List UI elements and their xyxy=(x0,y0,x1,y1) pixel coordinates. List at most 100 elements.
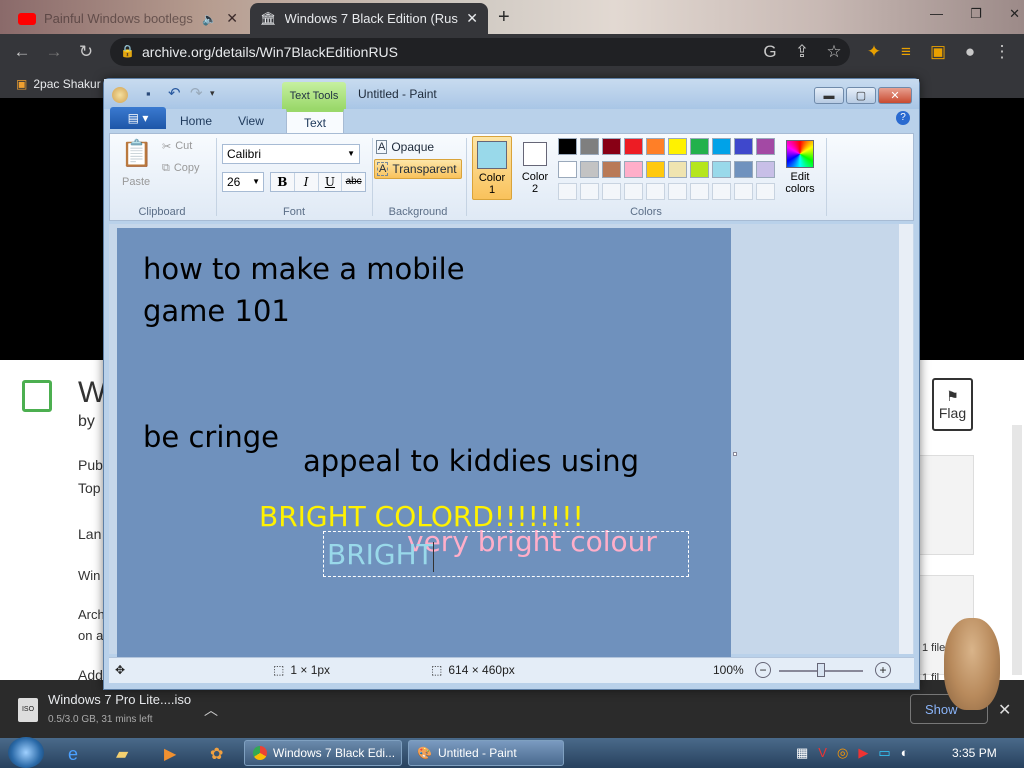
minimize-button[interactable]: ▬ xyxy=(814,87,844,104)
color-swatch[interactable] xyxy=(668,183,687,201)
color-swatch[interactable] xyxy=(602,138,621,155)
tray-icon[interactable]: V xyxy=(818,745,827,761)
color-swatch[interactable] xyxy=(712,160,731,178)
tray-icon[interactable]: ◎ xyxy=(837,745,848,761)
tray-icon[interactable]: ▦ xyxy=(796,745,808,761)
tab-home[interactable]: Home xyxy=(172,109,220,133)
clock[interactable]: 3:35 PM xyxy=(952,746,997,760)
google-icon[interactable]: G xyxy=(758,40,782,64)
help-icon[interactable]: ? xyxy=(896,111,910,125)
color-swatch[interactable] xyxy=(580,160,599,178)
profile-icon[interactable]: ● xyxy=(958,40,982,64)
color-swatch[interactable] xyxy=(558,138,577,155)
color-swatch[interactable] xyxy=(580,138,599,155)
star-icon[interactable]: ☆ xyxy=(822,40,846,64)
strikethrough-button[interactable]: abc xyxy=(342,173,365,191)
minimize-icon[interactable]: — xyxy=(930,6,943,22)
resize-handle[interactable] xyxy=(733,452,737,456)
color-swatch[interactable] xyxy=(668,138,687,155)
canvas-text-editing[interactable]: BRIGHT xyxy=(327,538,434,571)
flag-button[interactable]: ⚑ Flag xyxy=(932,378,973,431)
page-scrollbar[interactable] xyxy=(1012,425,1022,675)
chevron-up-icon[interactable]: ︿ xyxy=(204,700,218,720)
paint-menu-button[interactable]: ▤ ▾ xyxy=(110,107,166,129)
maximize-button[interactable]: ▢ xyxy=(846,87,876,104)
quick-save-icon[interactable]: ▪ xyxy=(146,86,151,101)
new-tab-button[interactable]: + xyxy=(498,6,510,29)
cut-button[interactable]: ✂ Cut xyxy=(162,140,192,153)
close-button[interactable]: ✕ xyxy=(878,87,912,104)
color-swatch[interactable] xyxy=(712,138,731,155)
copy-button[interactable]: ⧉ Copy xyxy=(162,162,200,175)
taskbar-chrome[interactable]: Windows 7 Black Edi... xyxy=(244,740,402,766)
menu-icon[interactable]: ⋮ xyxy=(990,40,1014,64)
sidepanel-icon[interactable]: ▣ xyxy=(926,40,950,64)
color2-button[interactable]: Color 2 xyxy=(515,136,555,200)
ie-icon[interactable]: e xyxy=(68,744,78,765)
download-filename[interactable]: Windows 7 Pro Lite....iso xyxy=(48,692,191,707)
tray-icon[interactable]: ◐ xyxy=(901,745,909,761)
color-swatch[interactable] xyxy=(580,183,599,201)
zoom-slider-thumb[interactable] xyxy=(817,663,825,677)
tab-windows7-black[interactable]: 🏛 Windows 7 Black Edition (Russia ✕ xyxy=(250,3,488,34)
font-size-select[interactable]: 26 ▼ xyxy=(222,172,264,192)
color-swatch[interactable] xyxy=(712,183,731,201)
color-swatch[interactable] xyxy=(756,138,775,155)
bold-button[interactable]: B xyxy=(271,173,295,191)
tray-icon[interactable]: ▶ xyxy=(858,745,868,761)
bookmark-2pac[interactable]: 2pac Shakur xyxy=(33,77,100,91)
paste-label[interactable]: Paste xyxy=(122,176,150,188)
reload-icon[interactable]: ↻ xyxy=(74,40,98,64)
color-swatch[interactable] xyxy=(690,160,709,178)
tab-text[interactable]: Text xyxy=(286,109,344,133)
font-family-select[interactable]: Calibri ▼ xyxy=(222,144,360,164)
extension-icon[interactable]: ✦ xyxy=(862,40,886,64)
italic-button[interactable]: I xyxy=(295,173,319,191)
close-tab-icon[interactable]: ✕ xyxy=(226,10,238,27)
color-swatch[interactable] xyxy=(734,183,753,201)
explorer-icon[interactable]: ▰ xyxy=(116,744,128,764)
color-swatch[interactable] xyxy=(668,160,687,178)
share-icon[interactable]: ⇪ xyxy=(790,40,814,64)
color1-button[interactable]: Color 1 xyxy=(472,136,512,200)
color-swatch[interactable] xyxy=(624,183,643,201)
color-swatch[interactable] xyxy=(602,183,621,201)
underline-button[interactable]: U xyxy=(319,173,343,191)
color-swatch[interactable] xyxy=(624,160,643,178)
color-swatch[interactable] xyxy=(734,160,753,178)
media-player-icon[interactable]: ▶ xyxy=(164,744,176,764)
zoom-in-button[interactable]: + xyxy=(875,662,891,678)
back-icon[interactable]: ← xyxy=(10,40,34,64)
paint-taskbar-icon[interactable]: ✿ xyxy=(210,744,223,764)
address-bar[interactable]: archive.org/details/Win7BlackEditionRUS xyxy=(110,38,850,66)
color-swatch[interactable] xyxy=(734,138,753,155)
start-button[interactable] xyxy=(8,737,44,768)
color-swatch[interactable] xyxy=(602,160,621,178)
paste-icon[interactable]: 📋 xyxy=(120,138,154,172)
color-swatch[interactable] xyxy=(646,183,665,201)
redo-icon[interactable]: ↷ xyxy=(190,84,203,102)
transparent-button[interactable]: A Transparent xyxy=(374,159,462,179)
color-swatch[interactable] xyxy=(558,183,577,201)
close-tab-icon[interactable]: ✕ xyxy=(466,10,478,27)
opaque-button[interactable]: A Opaque xyxy=(376,138,466,156)
paint-app-icon[interactable] xyxy=(112,87,128,103)
color-swatch[interactable] xyxy=(690,183,709,201)
tab-view[interactable]: View xyxy=(228,109,274,133)
undo-icon[interactable]: ↶ xyxy=(168,84,181,102)
color-swatch[interactable] xyxy=(646,160,665,178)
canvas[interactable]: how to make a mobile game 101 be cringe … xyxy=(117,228,731,658)
color-swatch[interactable] xyxy=(646,138,665,155)
zoom-out-button[interactable]: − xyxy=(755,662,771,678)
media-icon[interactable]: ≡ xyxy=(894,40,918,64)
color-swatch[interactable] xyxy=(690,138,709,155)
edit-colors-button[interactable]: Edit colors xyxy=(778,136,822,200)
color-swatch[interactable] xyxy=(756,183,775,201)
forward-icon[interactable]: → xyxy=(42,40,66,64)
customize-qat-icon[interactable]: ▾ xyxy=(210,88,215,99)
color-swatch[interactable] xyxy=(756,160,775,178)
tray-icon[interactable]: ▭ xyxy=(878,745,890,761)
lock-icon[interactable]: 🔒 xyxy=(120,44,135,58)
color-swatch[interactable] xyxy=(624,138,643,155)
tab-painful-windows[interactable]: Painful Windows bootlegs - 🔈 ✕ xyxy=(8,3,248,34)
